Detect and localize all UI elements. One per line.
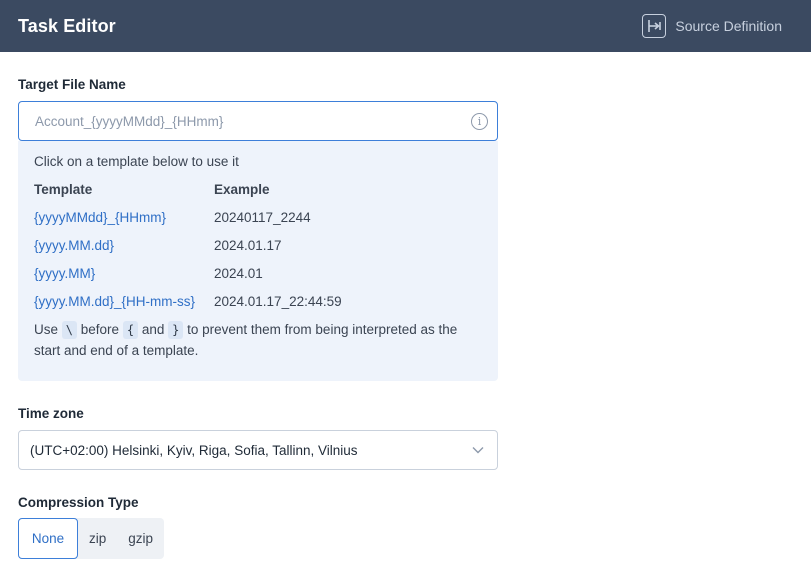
- example-column-header: Example: [214, 182, 270, 197]
- template-column-header: Template: [34, 182, 93, 197]
- page-title: Task Editor: [18, 15, 116, 36]
- compression-type-label: Compression Type: [18, 495, 139, 510]
- template-link[interactable]: {yyyy.MM.dd}: [34, 238, 114, 253]
- template-example: 2024.01: [214, 266, 263, 281]
- compression-option-gzip[interactable]: gzip: [117, 518, 164, 559]
- source-definition-button[interactable]: Source Definition: [642, 14, 782, 38]
- target-file-name-field: i: [18, 101, 498, 141]
- template-hint: Click on a template below to use it: [34, 154, 239, 169]
- template-example: 2024.01.17: [214, 238, 282, 253]
- time-zone-label: Time zone: [18, 406, 84, 421]
- time-zone-select[interactable]: (UTC+02:00) Helsinki, Kyiv, Riga, Sofia,…: [18, 430, 498, 470]
- time-zone-value: (UTC+02:00) Helsinki, Kyiv, Riga, Sofia,…: [30, 442, 358, 458]
- open-brace-code: {: [122, 321, 139, 339]
- template-row: {yyyyMMdd}_{HHmm} 20240117_2244: [18, 210, 498, 230]
- template-row: {yyyy.MM.dd} 2024.01.17: [18, 238, 498, 258]
- source-definition-label: Source Definition: [675, 18, 782, 34]
- template-row: {yyyy.MM.dd}_{HH-mm-ss} 2024.01.17_22:44…: [18, 294, 498, 314]
- info-icon[interactable]: i: [471, 113, 488, 130]
- escape-note-and: and: [141, 322, 165, 337]
- template-example: 20240117_2244: [214, 210, 311, 225]
- close-brace-code: }: [168, 321, 184, 339]
- compression-option-zip[interactable]: zip: [78, 518, 117, 559]
- backslash-code: \: [61, 321, 78, 339]
- target-file-name-label: Target File Name: [18, 77, 126, 92]
- template-link[interactable]: {yyyy.MM}: [34, 266, 95, 281]
- template-help-panel: Click on a template below to use it Temp…: [18, 141, 498, 381]
- compression-type-segmented-control: None zip gzip: [18, 518, 165, 559]
- template-example: 2024.01.17_22:44:59: [214, 294, 342, 309]
- escape-note: Use \ before { and } to prevent them fro…: [34, 319, 484, 361]
- target-file-name-input[interactable]: [19, 102, 497, 140]
- arrow-into-bracket-icon: [642, 14, 667, 38]
- chevron-down-icon: [471, 443, 485, 457]
- escape-note-use: Use: [34, 322, 59, 337]
- escape-note-before: before: [80, 322, 120, 337]
- template-link[interactable]: {yyyyMMdd}_{HHmm}: [34, 210, 166, 225]
- header-bar: Task Editor Source Definition: [0, 0, 811, 52]
- template-link[interactable]: {yyyy.MM.dd}_{HH-mm-ss}: [34, 294, 195, 309]
- compression-option-none[interactable]: None: [18, 518, 78, 559]
- template-row: {yyyy.MM} 2024.01: [18, 266, 498, 286]
